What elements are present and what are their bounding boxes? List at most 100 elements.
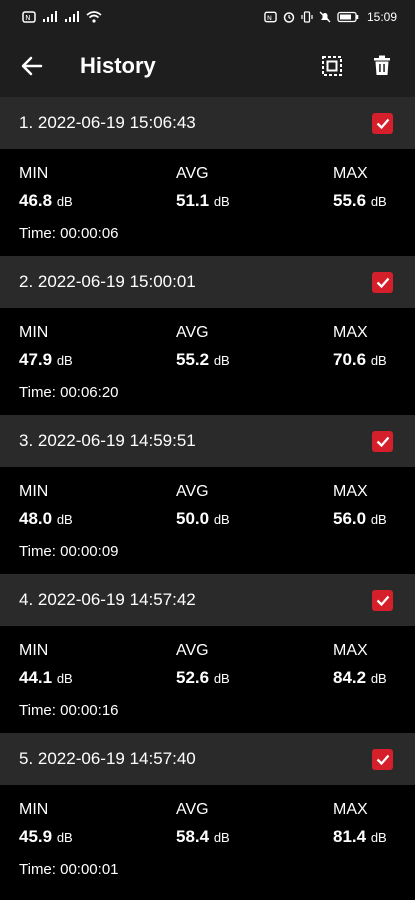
- min-value: 45.9: [19, 827, 53, 846]
- avg-value: 55.2: [176, 350, 210, 369]
- record-checkbox[interactable]: [372, 271, 393, 293]
- avg-value-row: 50.0 dB: [176, 509, 230, 530]
- max-column: MAX 56.0 dB: [333, 483, 387, 530]
- max-value: 56.0: [333, 509, 367, 528]
- unit-label: dB: [56, 512, 73, 527]
- max-value-row: 56.0 dB: [333, 509, 387, 530]
- check-icon: [376, 754, 389, 765]
- unit-label: dB: [56, 671, 73, 686]
- max-column: MAX 70.6 dB: [333, 324, 387, 371]
- record-checkbox[interactable]: [372, 748, 393, 770]
- min-value-row: 45.9 dB: [19, 827, 73, 848]
- max-value: 70.6: [333, 350, 367, 369]
- record-checkbox[interactable]: [372, 589, 393, 611]
- avg-label: AVG: [176, 165, 209, 182]
- duration-text: Time: 00:06:20: [19, 384, 119, 401]
- min-label: MIN: [19, 642, 49, 659]
- record-checkbox[interactable]: [372, 430, 393, 452]
- select-all-button[interactable]: [307, 34, 357, 97]
- status-left: N: [22, 11, 102, 23]
- duration-text: Time: 00:00:06: [19, 225, 119, 242]
- back-button[interactable]: [4, 34, 60, 97]
- min-value: 44.1: [19, 668, 53, 687]
- signal-icon: [65, 11, 79, 22]
- record-title: 4. 2022-06-19 14:57:42: [19, 590, 196, 609]
- max-value-row: 55.6 dB: [333, 191, 387, 212]
- duration-text: Time: 00:00:09: [19, 543, 119, 560]
- min-value: 46.8: [19, 191, 53, 210]
- max-label: MAX: [333, 801, 368, 818]
- min-label: MIN: [19, 483, 49, 500]
- unit-label: dB: [213, 830, 230, 845]
- duration-text: Time: 00:00:16: [19, 702, 119, 719]
- avg-value-row: 51.1 dB: [176, 191, 230, 212]
- unit-label: dB: [213, 353, 230, 368]
- min-value-row: 48.0 dB: [19, 509, 73, 530]
- unit-label: dB: [370, 353, 387, 368]
- avg-value: 50.0: [176, 509, 210, 528]
- avg-label: AVG: [176, 324, 209, 341]
- min-label: MIN: [19, 165, 49, 182]
- min-value-row: 47.9 dB: [19, 350, 73, 371]
- record-title: 5. 2022-06-19 14:57:40: [19, 749, 196, 768]
- min-label: MIN: [19, 324, 49, 341]
- record-checkbox[interactable]: [372, 112, 393, 134]
- record-body: MIN 46.8 dB AVG 51.1 dB MAX 55.6 dB Time…: [0, 149, 415, 256]
- battery-icon: [337, 11, 359, 23]
- avg-label: AVG: [176, 483, 209, 500]
- avg-value-row: 52.6 dB: [176, 668, 230, 689]
- vibrate-icon: [301, 11, 313, 23]
- nfc-icon: N: [22, 11, 36, 23]
- max-column: MAX 84.2 dB: [333, 642, 387, 689]
- unit-label: dB: [56, 194, 73, 209]
- check-icon: [376, 277, 389, 288]
- max-column: MAX 55.6 dB: [333, 165, 387, 212]
- status-time: 15:09: [366, 10, 397, 24]
- unit-label: dB: [370, 194, 387, 209]
- avg-column: AVG 55.2 dB: [176, 324, 230, 371]
- unit-label: dB: [213, 512, 230, 527]
- min-column: MIN 44.1 dB: [19, 642, 73, 689]
- record-header[interactable]: 5. 2022-06-19 14:57:40: [0, 733, 415, 785]
- record-body: MIN 48.0 dB AVG 50.0 dB MAX 56.0 dB Time…: [0, 467, 415, 574]
- status-right: N 15:09: [264, 10, 397, 24]
- select-all-icon: [322, 55, 342, 76]
- status-bar: N N 15:09: [0, 0, 415, 34]
- min-column: MIN 46.8 dB: [19, 165, 73, 212]
- max-label: MAX: [333, 324, 368, 341]
- check-icon: [376, 595, 389, 606]
- avg-value: 52.6: [176, 668, 210, 687]
- max-value: 81.4: [333, 827, 367, 846]
- max-column: MAX 81.4 dB: [333, 801, 387, 848]
- avg-column: AVG 50.0 dB: [176, 483, 230, 530]
- avg-value-row: 55.2 dB: [176, 350, 230, 371]
- record-body: MIN 45.9 dB AVG 58.4 dB MAX 81.4 dB Time…: [0, 785, 415, 892]
- max-value-row: 70.6 dB: [333, 350, 387, 371]
- record-title: 3. 2022-06-19 14:59:51: [19, 431, 196, 450]
- max-value-row: 84.2 dB: [333, 668, 387, 689]
- app-bar: History: [0, 34, 415, 97]
- svg-text:N: N: [267, 14, 272, 22]
- avg-column: AVG 51.1 dB: [176, 165, 230, 212]
- record-header[interactable]: 1. 2022-06-19 15:06:43: [0, 97, 415, 149]
- min-column: MIN 45.9 dB: [19, 801, 73, 848]
- record-title: 2. 2022-06-19 15:00:01: [19, 272, 196, 291]
- unit-label: dB: [56, 830, 73, 845]
- unit-label: dB: [370, 671, 387, 686]
- record-body: MIN 44.1 dB AVG 52.6 dB MAX 84.2 dB Time…: [0, 626, 415, 733]
- min-column: MIN 47.9 dB: [19, 324, 73, 371]
- record-title: 1. 2022-06-19 15:06:43: [19, 113, 196, 132]
- unit-label: dB: [213, 194, 230, 209]
- unit-label: dB: [56, 353, 73, 368]
- delete-button[interactable]: [357, 34, 407, 97]
- avg-value: 58.4: [176, 827, 210, 846]
- record-header[interactable]: 3. 2022-06-19 14:59:51: [0, 415, 415, 467]
- max-value: 55.6: [333, 191, 367, 210]
- min-value: 48.0: [19, 509, 53, 528]
- record-body: MIN 47.9 dB AVG 55.2 dB MAX 70.6 dB Time…: [0, 308, 415, 415]
- record-header[interactable]: 4. 2022-06-19 14:57:42: [0, 574, 415, 626]
- record-header[interactable]: 2. 2022-06-19 15:00:01: [0, 256, 415, 308]
- nfc-icon: N: [264, 11, 277, 23]
- max-label: MAX: [333, 642, 368, 659]
- min-value-row: 44.1 dB: [19, 668, 73, 689]
